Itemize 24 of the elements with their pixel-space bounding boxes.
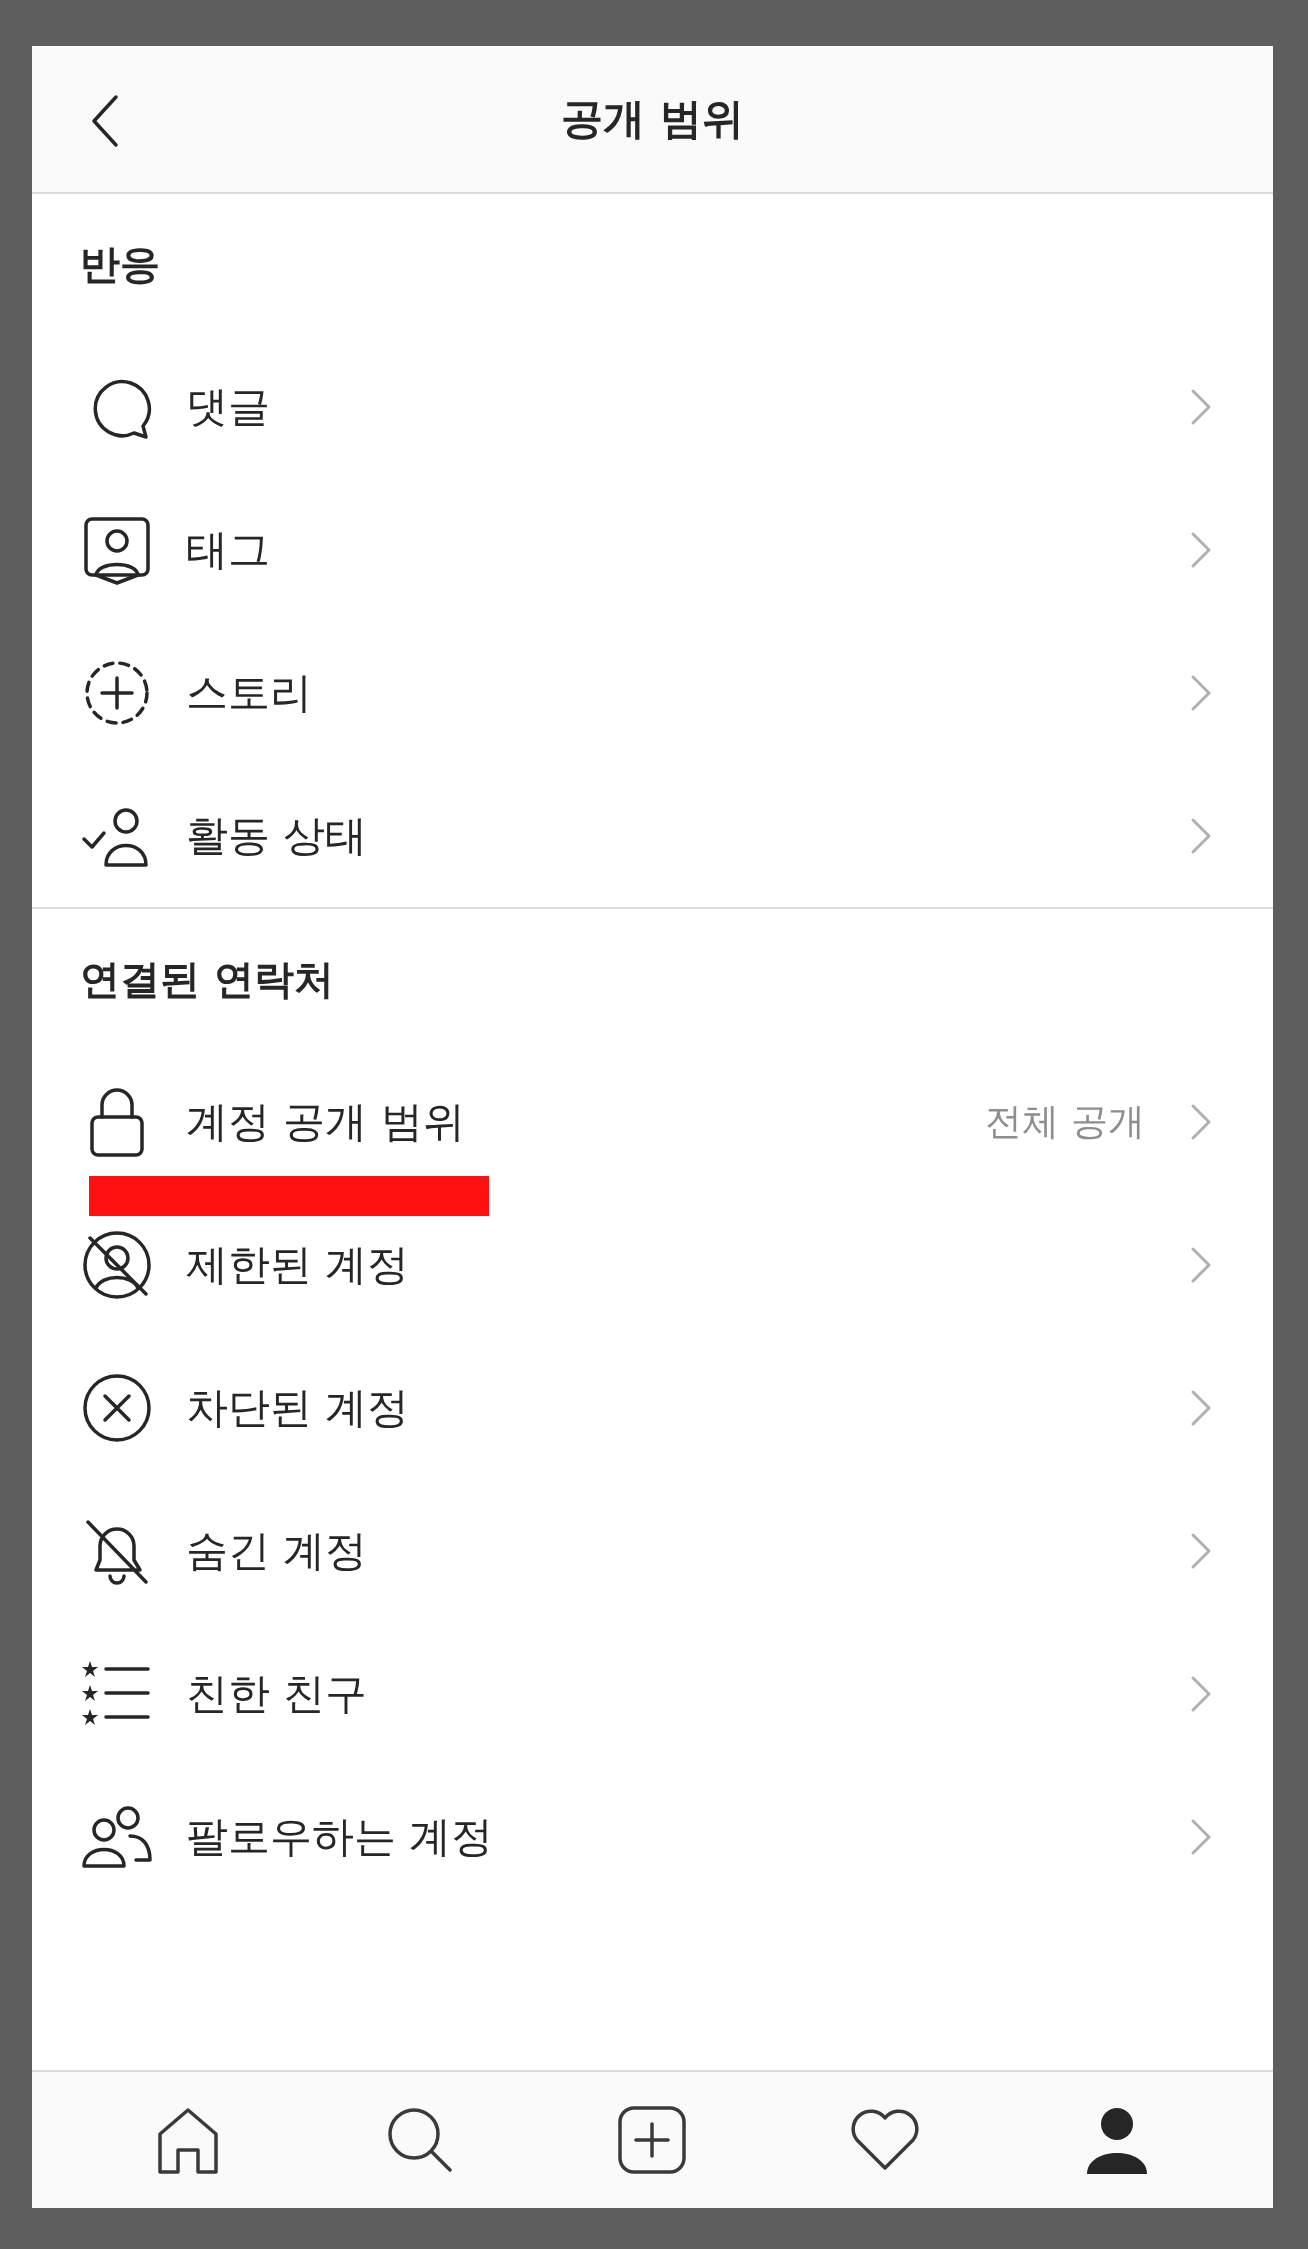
- settings-row[interactable]: 제한된 계정: [32, 1193, 1273, 1336]
- settings-row[interactable]: 친한 친구: [32, 1622, 1273, 1765]
- row-label: 차단된 계정: [186, 1381, 411, 1434]
- settings-row[interactable]: 태그: [32, 478, 1273, 621]
- settings-row[interactable]: 스토리: [32, 621, 1273, 764]
- row-label: 댓글: [186, 380, 271, 433]
- settings-row[interactable]: 차단된 계정: [32, 1336, 1273, 1479]
- row-label: 팔로우하는 계정: [186, 1810, 495, 1863]
- section-heading: 연결된 연락처: [80, 955, 334, 1004]
- settings-row[interactable]: 숨긴 계정: [32, 1479, 1273, 1622]
- row-label: 친한 친구: [186, 1667, 369, 1720]
- section-heading: 반응: [80, 240, 160, 289]
- settings-row[interactable]: 활동 상태: [32, 764, 1273, 907]
- row-label: 제한된 계정: [186, 1238, 411, 1291]
- settings-row[interactable]: 팔로우하는 계정: [32, 1765, 1273, 1908]
- row-label: 숨긴 계정: [186, 1524, 369, 1577]
- row-label: 스토리: [186, 666, 313, 719]
- row-value: 전체 공개: [985, 1098, 1145, 1145]
- screen-title: 공개 범위: [561, 93, 744, 145]
- row-label: 활동 상태: [186, 809, 369, 862]
- settings-row[interactable]: 계정 공개 범위 전체 공개: [32, 1050, 1273, 1193]
- row-label: 계정 공개 범위: [186, 1095, 466, 1148]
- row-label: 태그: [186, 523, 271, 576]
- settings-row[interactable]: 댓글: [32, 335, 1273, 478]
